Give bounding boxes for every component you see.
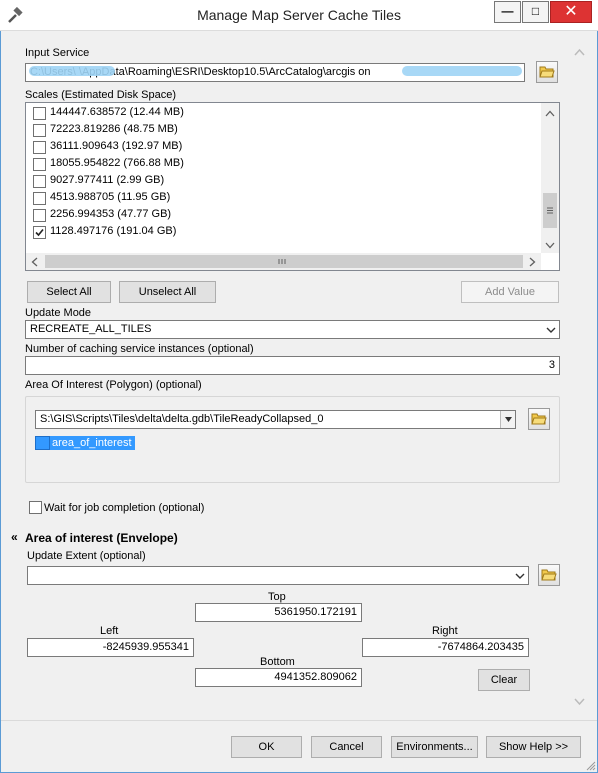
- scales-label: Scales (Estimated Disk Space): [25, 89, 176, 101]
- input-service-label: Input Service: [25, 47, 90, 59]
- scale-checkbox[interactable]: [33, 175, 46, 188]
- scroll-up-icon[interactable]: [545, 108, 555, 120]
- chevron-down-icon: [504, 415, 513, 427]
- update-mode-label: Update Mode: [25, 307, 92, 319]
- update-mode-dropdown[interactable]: RECREATE_ALL_TILES: [25, 320, 560, 339]
- wait-checkbox[interactable]: [29, 501, 42, 514]
- scroll-thumb[interactable]: [45, 255, 523, 268]
- minimize-button[interactable]: —: [494, 1, 521, 23]
- aoi-polygon-browse-button[interactable]: [528, 408, 550, 430]
- input-service-browse-button[interactable]: [536, 61, 558, 83]
- scale-checkbox[interactable]: [33, 192, 46, 205]
- scale-row-label: 144447.638572 (12.44 MB): [50, 106, 184, 118]
- scale-checkbox[interactable]: [33, 226, 46, 239]
- folder-open-icon: [529, 411, 549, 426]
- scale-row-label: 9027.977411 (2.99 GB): [50, 174, 165, 186]
- aoi-layer-item[interactable]: area_of_interest: [50, 436, 135, 450]
- scroll-left-icon[interactable]: [31, 257, 38, 270]
- scale-row-label: 36111.909643 (192.97 MB): [50, 140, 183, 152]
- left-label: Left: [100, 625, 119, 637]
- scale-checkbox[interactable]: [33, 209, 46, 222]
- collapse-section-icon[interactable]: «: [11, 530, 18, 544]
- scroll-down-icon[interactable]: [545, 240, 555, 252]
- select-all-button[interactable]: Select All: [27, 281, 111, 303]
- wait-label: Wait for job completion (optional): [44, 502, 205, 514]
- scale-row-label: 1128.497176 (191.04 GB): [50, 225, 177, 237]
- aoi-polygon-panel: S:\GIS\Scripts\Tiles\delta\delta.gdb\Til…: [25, 396, 560, 483]
- bottom-input[interactable]: 4941352.809062: [195, 668, 362, 687]
- folder-open-icon: [537, 64, 557, 79]
- maximize-button[interactable]: □: [522, 1, 549, 23]
- divider: [1, 720, 597, 721]
- scroll-up-icon[interactable]: [574, 47, 585, 59]
- folder-open-icon: [539, 567, 559, 582]
- layer-swatch: [35, 436, 50, 450]
- unselect-all-button[interactable]: Unselect All: [119, 281, 216, 303]
- left-input[interactable]: -8245939.955341: [27, 638, 194, 657]
- scale-row-label: 4513.988705 (11.95 GB): [50, 191, 171, 203]
- scale-checkbox[interactable]: [33, 107, 46, 120]
- scale-row-label: 2256.994353 (47.77 GB): [50, 208, 172, 220]
- instances-input[interactable]: 3: [25, 356, 560, 375]
- scales-scrollbar-vertical[interactable]: [541, 103, 559, 253]
- scroll-right-icon[interactable]: [529, 257, 536, 270]
- update-mode-value: RECREATE_ALL_TILES: [30, 323, 152, 335]
- aoi-polygon-dropdown[interactable]: S:\GIS\Scripts\Tiles\delta\delta.gdb\Til…: [35, 410, 516, 429]
- scale-row-label: 18055.954822 (766.88 MB): [50, 157, 184, 169]
- right-label: Right: [432, 625, 458, 637]
- scale-row-label: 72223.819286 (48.75 MB): [50, 123, 178, 135]
- chevron-down-icon: [546, 325, 556, 335]
- clear-button[interactable]: Clear: [478, 669, 530, 691]
- resize-grip-icon[interactable]: [585, 760, 596, 773]
- aoi-polygon-label: Area Of Interest (Polygon) (optional): [25, 379, 202, 391]
- close-button[interactable]: ✕: [550, 1, 592, 23]
- cancel-button[interactable]: Cancel: [311, 736, 382, 758]
- top-input[interactable]: 5361950.172191: [195, 603, 362, 622]
- bottom-label: Bottom: [260, 656, 295, 668]
- envelope-section-title: Area of interest (Envelope): [25, 531, 178, 545]
- aoi-polygon-value: S:\GIS\Scripts\Tiles\delta\delta.gdb\Til…: [40, 413, 324, 425]
- top-label: Top: [268, 591, 286, 603]
- scale-checkbox[interactable]: [33, 141, 46, 154]
- update-extent-dropdown[interactable]: [27, 566, 529, 585]
- dropdown-toggle[interactable]: [500, 411, 515, 428]
- environments-button[interactable]: Environments...: [391, 736, 478, 758]
- checkmark-icon: [34, 227, 45, 238]
- redaction-mark: [402, 66, 522, 76]
- chevron-down-icon: [515, 571, 525, 581]
- instances-label: Number of caching service instances (opt…: [25, 343, 254, 355]
- ok-button[interactable]: OK: [231, 736, 302, 758]
- scale-checkbox[interactable]: [33, 158, 46, 171]
- scroll-down-icon[interactable]: [574, 697, 585, 709]
- form-scrollbar[interactable]: [571, 45, 588, 715]
- add-value-button[interactable]: Add Value: [461, 281, 559, 303]
- scale-checkbox[interactable]: [33, 124, 46, 137]
- right-input[interactable]: -7674864.203435: [362, 638, 529, 657]
- show-help-button[interactable]: Show Help >>: [486, 736, 581, 758]
- scales-scrollbar-horizontal[interactable]: [26, 253, 541, 270]
- scroll-thumb[interactable]: [543, 193, 557, 228]
- update-extent-label: Update Extent (optional): [27, 550, 146, 562]
- scales-list: 144447.638572 (12.44 MB) 72223.819286 (4…: [25, 102, 560, 271]
- update-extent-browse-button[interactable]: [538, 564, 560, 586]
- redaction-mark: [29, 66, 115, 76]
